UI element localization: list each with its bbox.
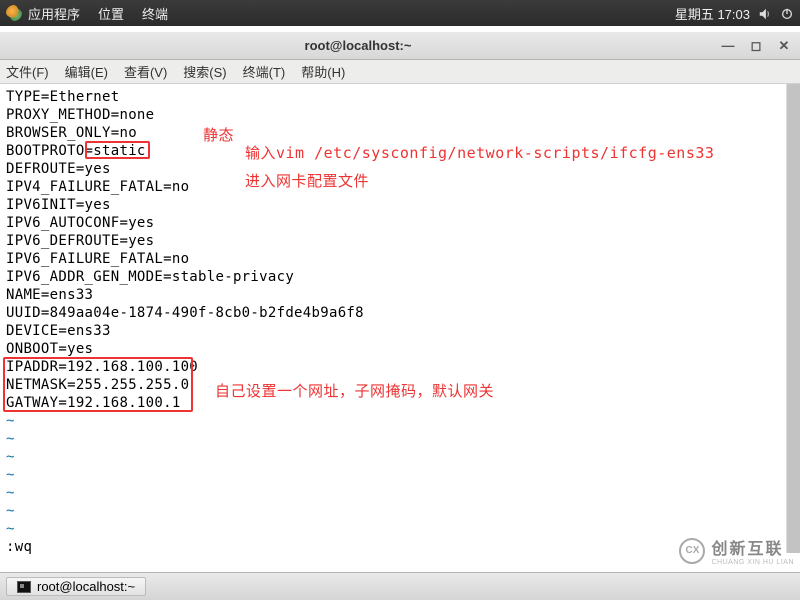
vim-command: :wq [6, 538, 794, 556]
config-line: IPV6_DEFROUTE=yes [6, 232, 794, 250]
config-line: UUID=849aa04e-1874-490f-8cb0-b2fde4b9a6f… [6, 304, 794, 322]
taskbar: root@localhost:~ [0, 572, 800, 600]
menu-search[interactable]: 搜索(S) [183, 62, 226, 81]
vim-tilde: ~ [6, 502, 794, 520]
watermark-logo: CX [679, 538, 705, 564]
config-line: IPV6_ADDR_GEN_MODE=stable-privacy [6, 268, 794, 286]
config-line: IPV6_FAILURE_FATAL=no [6, 250, 794, 268]
scrollbar-thumb[interactable] [787, 84, 800, 553]
minimize-button[interactable]: — [720, 38, 736, 54]
config-line: IPV4_FAILURE_FATAL=no [6, 178, 794, 196]
terminal-content[interactable]: TYPE=Ethernet PROXY_METHOD=none BROWSER_… [0, 84, 800, 554]
config-line: IPV6_AUTOCONF=yes [6, 214, 794, 232]
vim-tilde: ~ [6, 484, 794, 502]
config-line: NAME=ens33 [6, 286, 794, 304]
highlight-box-network [3, 357, 193, 412]
annotation-bottom: 自己设置一个网址，子网掩码，默认网关 [215, 382, 494, 400]
config-line: DEFROUTE=yes [6, 160, 794, 178]
vim-tilde: ~ [6, 430, 794, 448]
close-button[interactable]: ✕ [776, 38, 792, 54]
annotation-top2: 进入网卡配置文件 [245, 172, 369, 190]
scrollbar[interactable] [786, 84, 800, 553]
menu-help[interactable]: 帮助(H) [301, 62, 345, 81]
annotation-static: 静态 [203, 126, 234, 144]
config-line: IPV6INIT=yes [6, 196, 794, 214]
apps-icon [6, 5, 22, 21]
power-icon[interactable] [780, 5, 794, 21]
config-line: ONBOOT=yes [6, 340, 794, 358]
topbar-clock[interactable]: 星期五 17:03 [675, 4, 750, 23]
annotation-top1: 输入vim /etc/sysconfig/network-scripts/ifc… [245, 144, 714, 162]
task-label: root@localhost:~ [37, 579, 135, 594]
config-line: TYPE=Ethernet [6, 88, 794, 106]
terminal-window: root@localhost:~ — ◻ ✕ 文件(F) 编辑(E) 查看(V)… [0, 32, 800, 554]
window-title: root@localhost:~ [8, 38, 708, 53]
menu-file[interactable]: 文件(F) [6, 62, 49, 81]
vim-tilde: ~ [6, 466, 794, 484]
terminal-icon [17, 581, 31, 593]
menu-edit[interactable]: 编辑(E) [65, 62, 108, 81]
watermark-sub: CHUANG XIN HU LIAN [711, 559, 794, 566]
topbar-menu-apps[interactable]: 应用程序 [28, 4, 80, 23]
window-titlebar[interactable]: root@localhost:~ — ◻ ✕ [0, 32, 800, 60]
config-line: BROWSER_ONLY=no [6, 124, 794, 142]
app-menubar: 文件(F) 编辑(E) 查看(V) 搜索(S) 终端(T) 帮助(H) [0, 60, 800, 84]
watermark-brand: 创新互联 [711, 535, 794, 559]
vim-tilde: ~ [6, 520, 794, 538]
topbar-menu-places[interactable]: 位置 [98, 4, 124, 23]
gnome-topbar: 应用程序 位置 终端 星期五 17:03 [0, 0, 800, 26]
vim-tilde: ~ [6, 448, 794, 466]
watermark: CX 创新互联 CHUANG XIN HU LIAN [679, 535, 794, 566]
highlight-box-static [85, 141, 150, 159]
topbar-menu-terminal[interactable]: 终端 [142, 4, 168, 23]
vim-tilde: ~ [6, 412, 794, 430]
volume-icon[interactable] [758, 5, 772, 21]
config-line: PROXY_METHOD=none [6, 106, 794, 124]
menu-view[interactable]: 查看(V) [124, 62, 167, 81]
menu-terminal[interactable]: 终端(T) [243, 62, 286, 81]
maximize-button[interactable]: ◻ [748, 38, 764, 54]
config-line: DEVICE=ens33 [6, 322, 794, 340]
taskbar-task[interactable]: root@localhost:~ [6, 577, 146, 596]
